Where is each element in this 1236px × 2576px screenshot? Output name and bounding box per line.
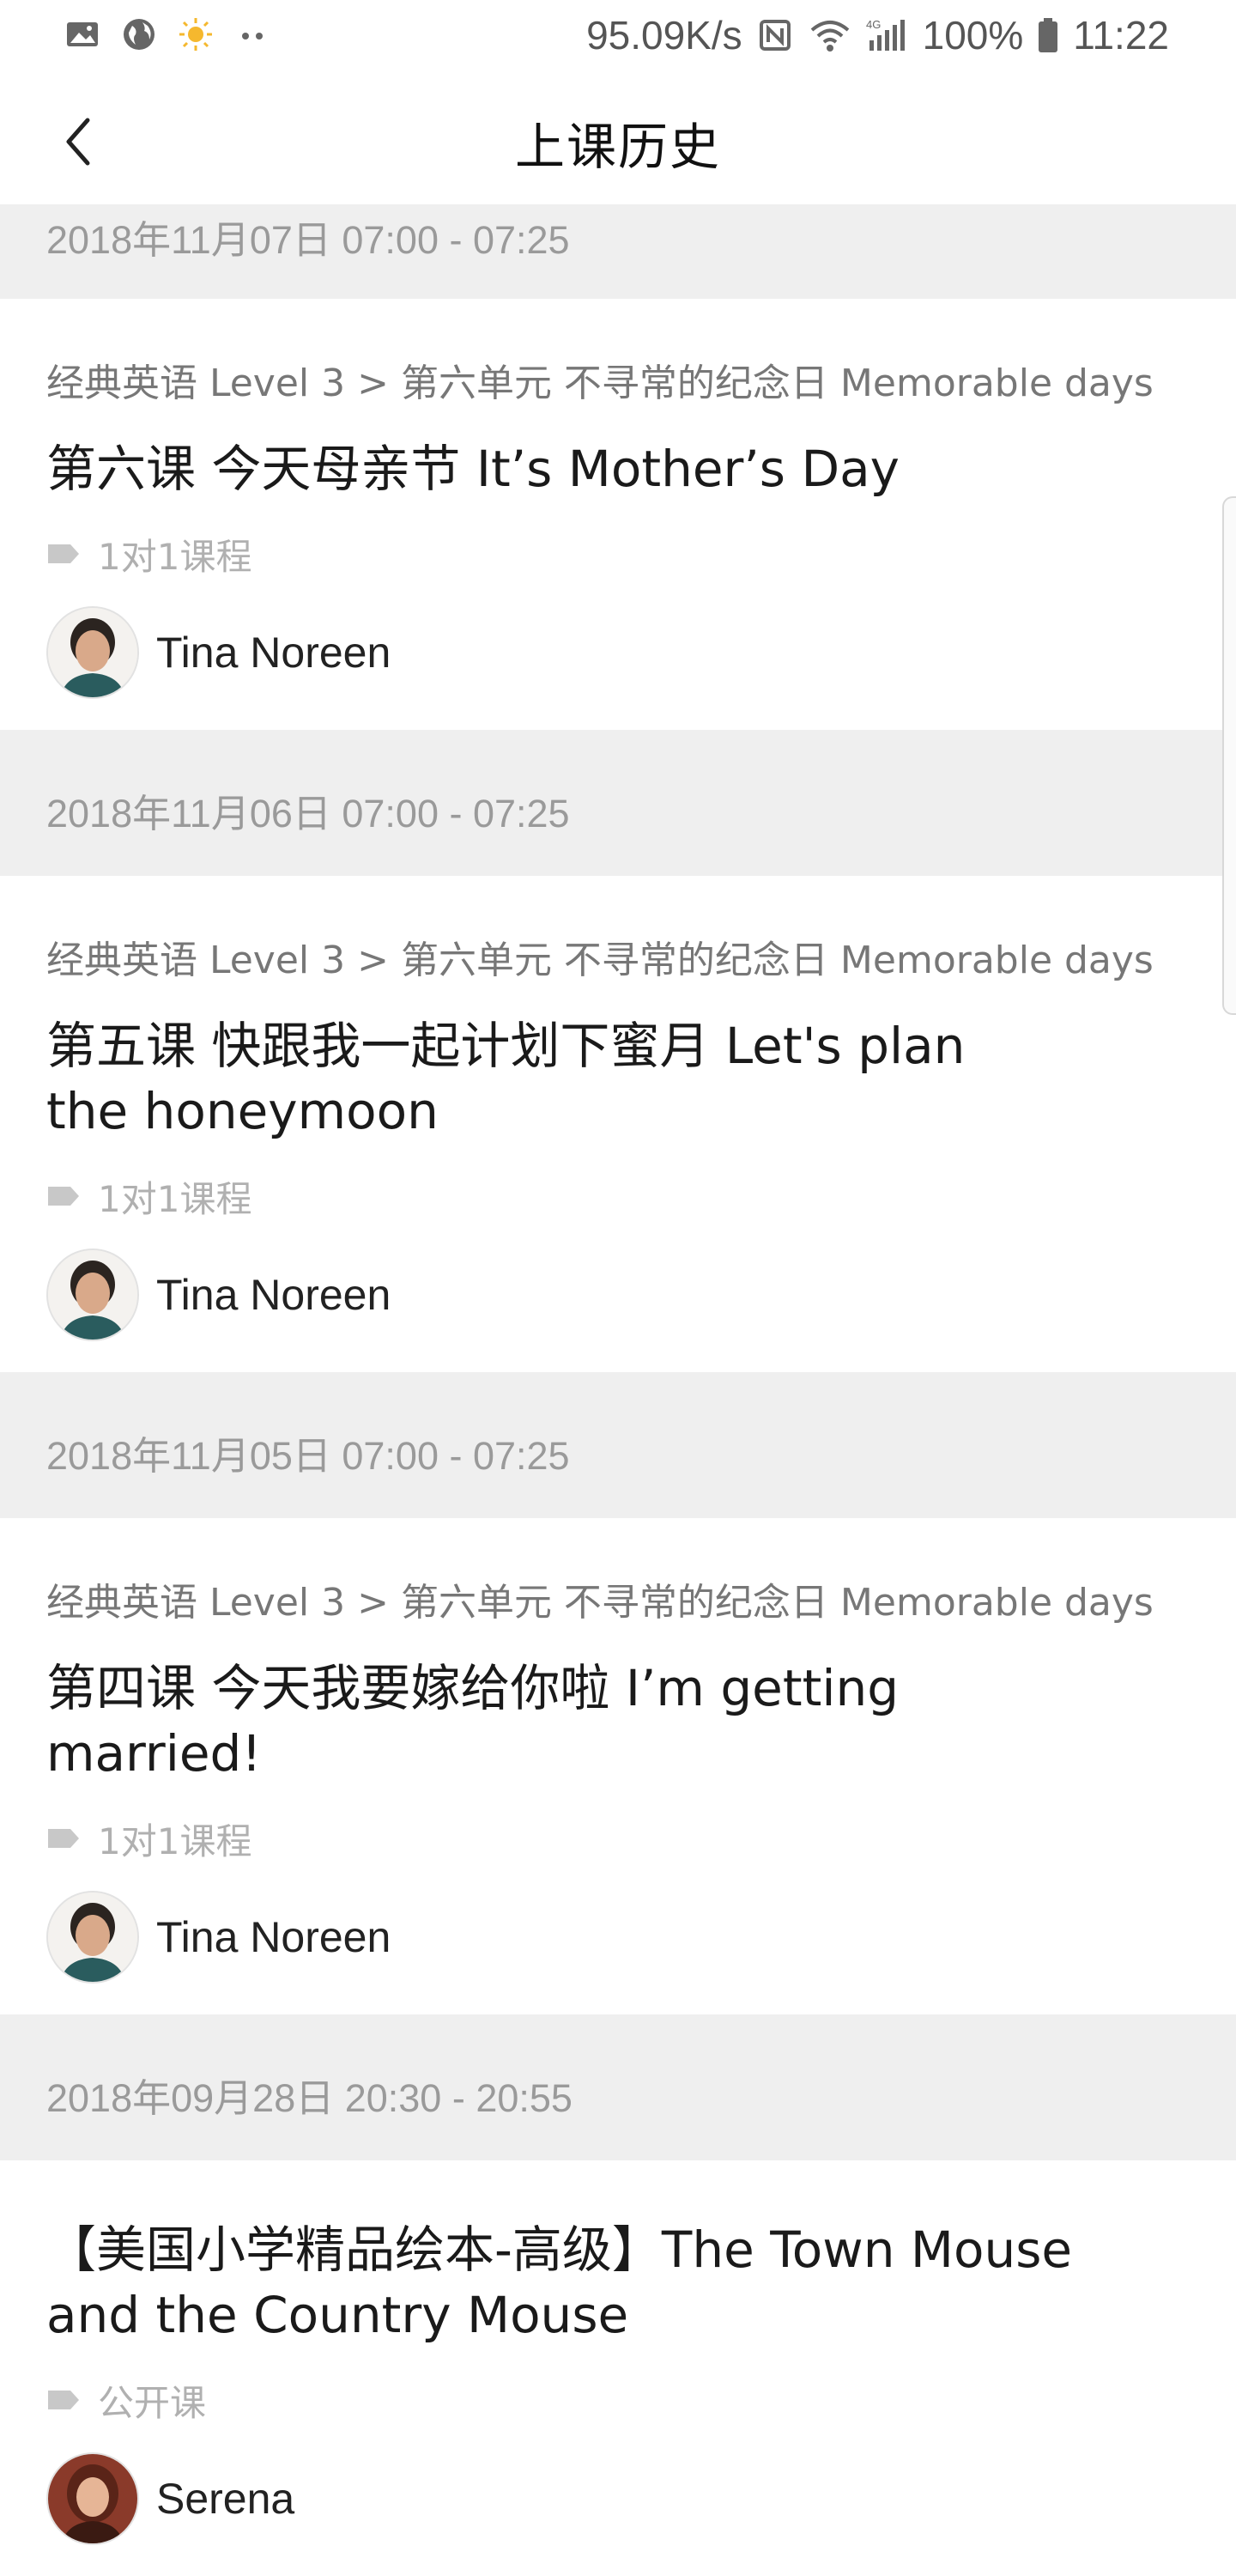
status-bar-left [64, 15, 271, 53]
course-breadcrumb: 经典英语 Level 3 > 第六单元 不寻常的纪念日 Memorable da… [46, 1581, 1154, 1625]
session-date: 2018年11月06日 07:00 - 07:25 [46, 792, 570, 835]
lesson-type: 公开课 [98, 2381, 207, 2424]
teacher-avatar [46, 606, 139, 699]
session-date: 2018年09月28日 20:30 - 20:55 [46, 2076, 573, 2120]
lesson-tag: 1对1课程 [46, 1175, 1190, 1220]
lesson-tag: 1对1课程 [46, 1817, 1190, 1862]
battery-icon [1039, 18, 1058, 52]
tag-icon [48, 544, 79, 563]
course-breadcrumb: 经典英语 Level 3 > 第六单元 不寻常的纪念日 Memorable da… [46, 361, 1154, 405]
tag-icon [48, 1187, 79, 1206]
teacher-photo [48, 608, 137, 697]
globe-icon [124, 19, 154, 50]
date-header: 2018年11月06日 07:00 - 07:25 [0, 730, 1236, 876]
lesson-title: 第六课 今天母亲节 It’s Mother’s Day [46, 440, 900, 498]
teacher-row[interactable]: Tina Noreen [46, 1891, 1190, 2014]
teacher-photo [48, 1250, 137, 1340]
lesson-card[interactable]: 经典英语 Level 3 > 第六单元 不寻常的纪念日 Memorable da… [0, 299, 1236, 730]
lesson-tag: 公开课 [46, 2379, 1190, 2424]
lesson-type: 1对1课程 [98, 1177, 252, 1220]
status-bar-right: 95.09K/s 4G 100% 11:22 [586, 12, 1169, 58]
teacher-name: Tina Noreen [156, 629, 391, 677]
session-date: 2018年11月07日 07:00 - 07:25 [46, 218, 570, 262]
lesson-title: 第五课 快跟我一起计划下蜜月 Let's plan the honeymoon [46, 1017, 966, 1140]
teacher-avatar [46, 1249, 139, 1341]
teacher-photo [48, 2454, 137, 2543]
sun-icon [179, 18, 212, 51]
tag-icon [48, 2391, 79, 2409]
lesson-tag: 1对1课程 [46, 532, 1190, 578]
network-speed: 95.09K/s [586, 13, 742, 58]
app-header: 上课历史 [0, 72, 1236, 206]
page-title: 上课历史 [514, 118, 721, 176]
teacher-photo [48, 1893, 137, 1982]
teacher-name: Tina Noreen [156, 1271, 391, 1319]
course-breadcrumb: 经典英语 Level 3 > 第六单元 不寻常的纪念日 Memorable da… [46, 939, 1154, 982]
date-header: 2018年09月28日 20:30 - 20:55 [0, 2014, 1236, 2160]
lesson-history-list: 2018年11月07日 07:00 - 07:25 经典英语 Level 3 >… [0, 204, 1236, 2576]
lesson-title: 【美国小学精品绘本-高级】The Town Mouse and the Coun… [46, 2221, 1073, 2344]
teacher-name: Serena [156, 2475, 295, 2523]
lesson-card[interactable]: 经典英语 Level 3 > 第六单元 不寻常的纪念日 Memorable da… [0, 876, 1236, 1372]
lesson-type: 1对1课程 [98, 1820, 252, 1862]
status-bar: 95.09K/s 4G 100% 11:22 [0, 0, 1236, 72]
network-type: 4G [866, 18, 881, 31]
teacher-row[interactable]: Tina Noreen [46, 606, 1190, 730]
tag-icon [48, 1829, 79, 1848]
scrollbar[interactable] [1222, 496, 1236, 1015]
lesson-type: 1对1课程 [98, 535, 252, 578]
wifi-icon [810, 21, 849, 52]
lesson-title: 第四课 今天我要嫁给你啦 I’m getting married! [46, 1659, 900, 1783]
battery-percent: 100% [922, 13, 1024, 58]
lesson-card[interactable]: 经典英语 Level 3 > 第六单元 不寻常的纪念日 Memorable da… [0, 1518, 1236, 2014]
nfc-icon [759, 20, 791, 51]
lesson-card[interactable]: 【美国小学精品绘本-高级】The Town Mouse and the Coun… [0, 2160, 1236, 2576]
date-header: 2018年11月05日 07:00 - 07:25 [0, 1372, 1236, 1518]
image-icon [67, 22, 98, 46]
clock: 11:22 [1073, 13, 1169, 58]
teacher-avatar [46, 2452, 139, 2545]
date-header: 2018年11月07日 07:00 - 07:25 [0, 204, 1236, 299]
more-dots-icon [242, 33, 263, 39]
teacher-row[interactable]: Serena [46, 2452, 1190, 2576]
session-date: 2018年11月05日 07:00 - 07:25 [46, 1434, 570, 1478]
teacher-avatar [46, 1891, 139, 1984]
teacher-name: Tina Noreen [156, 1913, 391, 1961]
teacher-row[interactable]: Tina Noreen [46, 1249, 1190, 1372]
signal-icon: 4G [866, 18, 905, 51]
